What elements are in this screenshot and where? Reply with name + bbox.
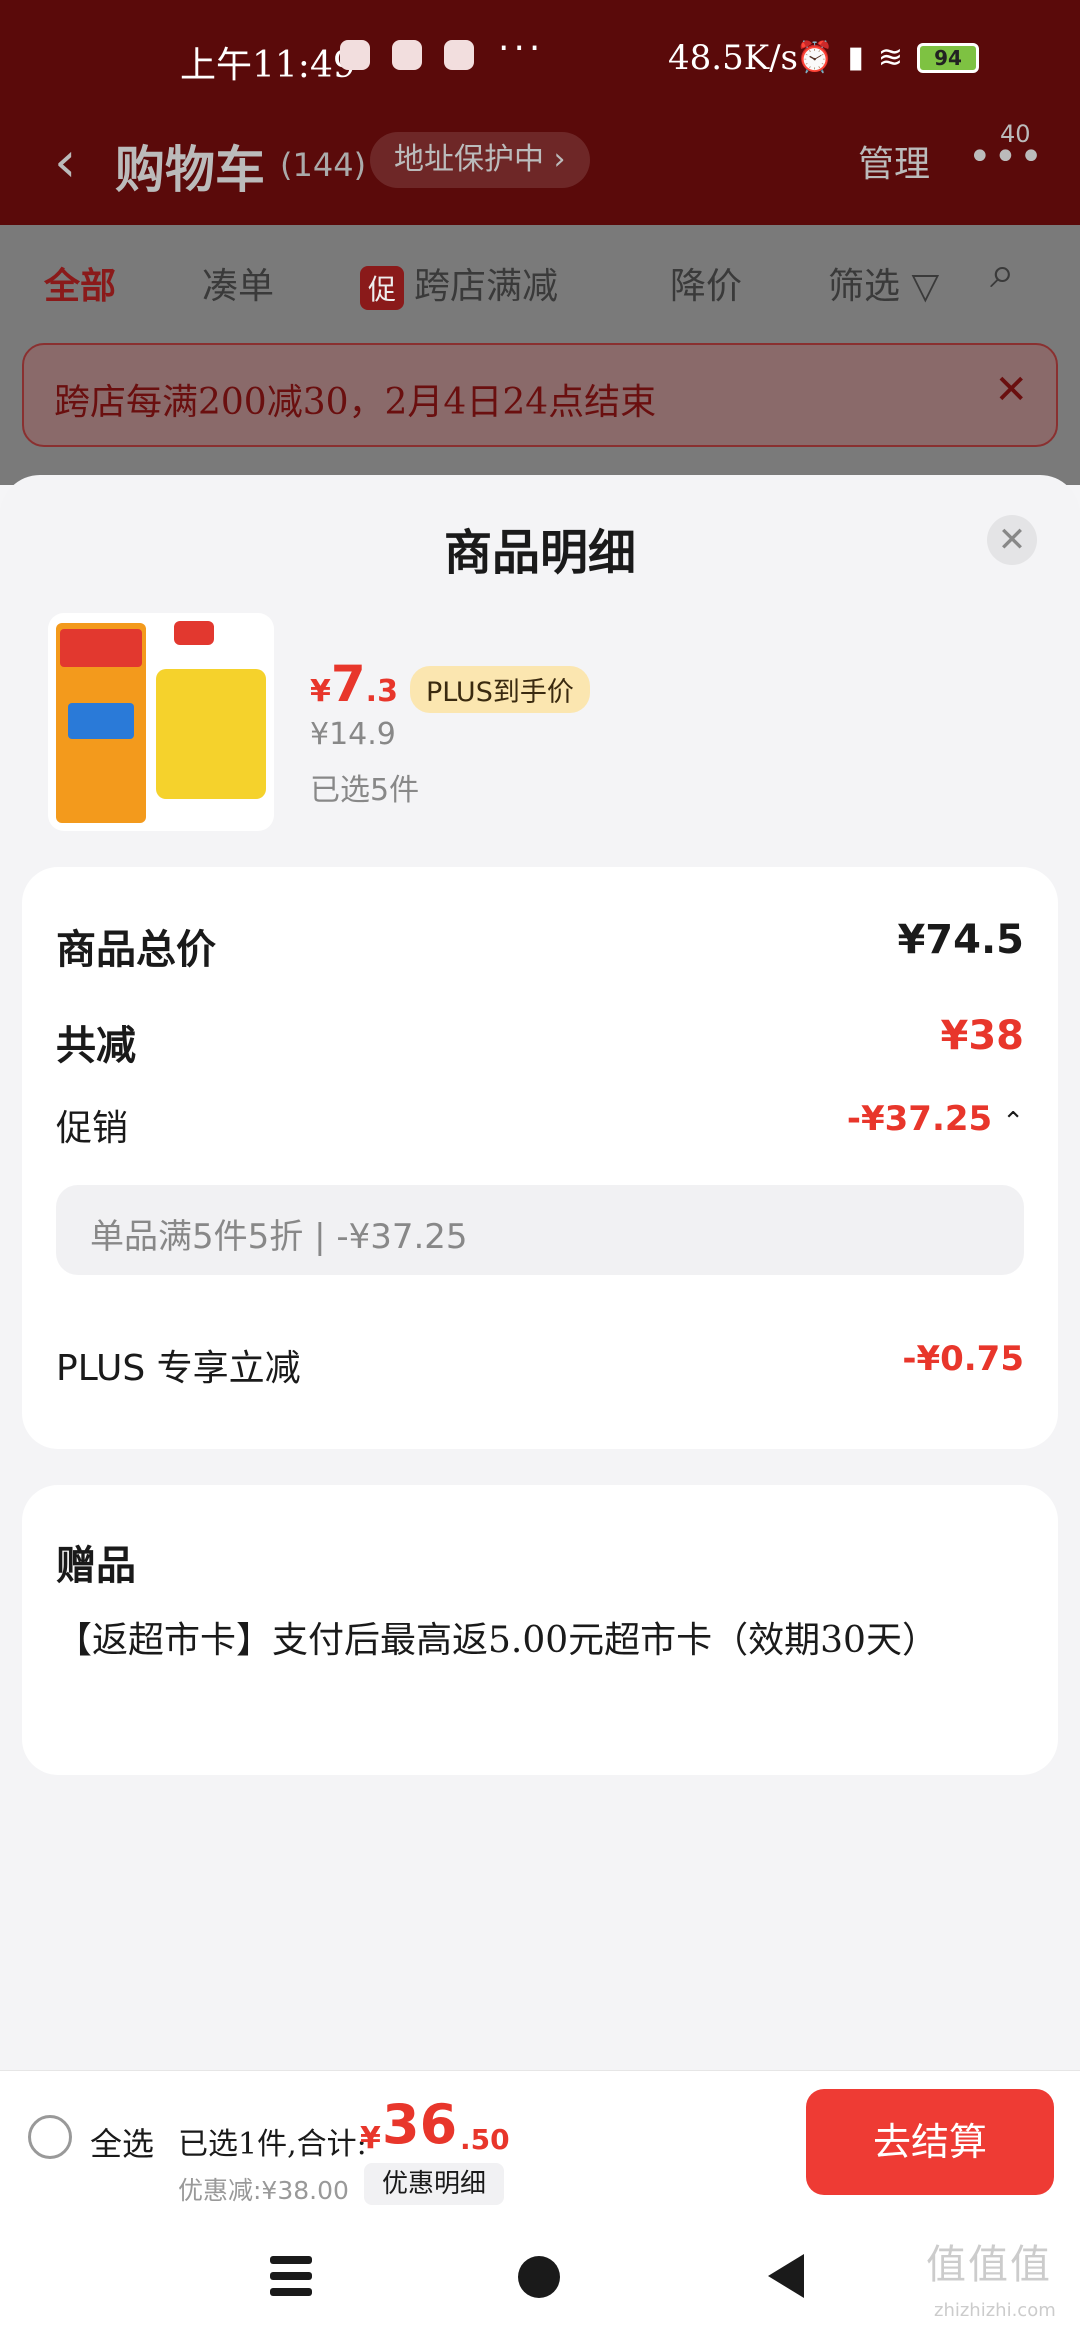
total-decimal: .50 bbox=[460, 2123, 510, 2156]
manage-button[interactable]: 管理 bbox=[858, 135, 930, 187]
total-symbol: ¥ bbox=[360, 2121, 381, 2156]
select-all-checkbox[interactable] bbox=[28, 2115, 72, 2159]
checkout-button[interactable]: 去结算 bbox=[806, 2089, 1054, 2195]
status-icons: ⏰ ▮ ≋ 94 bbox=[796, 40, 980, 75]
address-protection-button[interactable]: 地址保护中 › bbox=[370, 132, 590, 188]
total-reduce-label: 共减 bbox=[56, 1023, 136, 1069]
tab-cross-store[interactable]: 促跨店满减 bbox=[360, 257, 558, 310]
watermark-url: zhizhizhi.com bbox=[934, 2300, 1056, 2321]
close-icon[interactable]: ✕ bbox=[987, 515, 1037, 565]
discount-detail-button[interactable]: 优惠明细 bbox=[364, 2163, 505, 2205]
chips-bag-image bbox=[156, 669, 266, 799]
total-integer: 36 bbox=[382, 2093, 458, 2156]
selected-summary: 已选1件,合计: bbox=[178, 2127, 367, 2162]
price-summary-card: 商品总价 ¥74.5 共减 ¥38 促销 -¥37.25 ⌃ 单品满5件5折 | … bbox=[22, 867, 1058, 1449]
message-badge: 40 bbox=[1000, 120, 1031, 148]
total-price-value: ¥74.5 bbox=[897, 917, 1024, 963]
gift-title: 赠品 bbox=[56, 1543, 136, 1589]
wifi-icon: ≋ bbox=[877, 40, 904, 75]
close-icon[interactable]: ✕ bbox=[994, 367, 1028, 413]
total-reduce-value: ¥38 bbox=[940, 1013, 1025, 1059]
plus-price-tag: PLUS到手价 bbox=[409, 666, 590, 713]
tab-cross-store-label: 跨店满减 bbox=[414, 266, 559, 307]
menu-icon[interactable] bbox=[270, 2256, 312, 2296]
promotion-detail: 单品满5件5折 | -¥37.25 bbox=[56, 1185, 1024, 1275]
promo-graphic bbox=[56, 623, 146, 823]
product-detail-sheet: 商品明细 ✕ ¥ 7 .3 PLUS到手价 ¥14.9 已选5件 商品总价 ¥7… bbox=[0, 475, 1080, 2075]
promotion-value-group: -¥37.25 ⌃ bbox=[847, 1099, 1024, 1139]
chevron-up-icon[interactable]: ⌃ bbox=[1002, 1107, 1024, 1137]
promo-banner: 跨店每满200减30，2月4日24点结束 ✕ bbox=[22, 343, 1058, 447]
tab-price-drop[interactable]: 降价 bbox=[670, 257, 742, 309]
promo-tag: 促 bbox=[360, 266, 405, 310]
tab-all[interactable]: 全部 bbox=[44, 257, 116, 309]
discount-text: 优惠减:¥38.00 bbox=[178, 2176, 349, 2205]
battery-icon: 94 bbox=[917, 42, 980, 73]
promo-banner-text: 跨店每满200减30，2月4日24点结束 bbox=[54, 382, 657, 423]
plus-discount-value: -¥0.75 bbox=[902, 1339, 1024, 1379]
net-speed: 48.5K/s bbox=[668, 38, 799, 78]
home-icon[interactable] bbox=[518, 2256, 560, 2298]
tab-filter[interactable]: 筛选 ▽ bbox=[828, 257, 939, 309]
signal-icon: ▮ bbox=[847, 40, 864, 75]
status-time: 上午11:49 bbox=[180, 45, 356, 86]
watermark-logo: 值值值 bbox=[926, 2242, 1052, 2288]
brand-logo bbox=[174, 621, 214, 645]
promotion-value: -¥37.25 bbox=[846, 1099, 993, 1139]
back-icon[interactable] bbox=[768, 2254, 804, 2298]
status-bar: 上午11:49 ··· 48.5K/s ⏰ ▮ ≋ 94 bbox=[0, 0, 1080, 110]
gift-text: 【返超市卡】支付后最高返5.00元超市卡（效期30天） bbox=[56, 1620, 938, 1661]
original-price: ¥14.9 bbox=[310, 717, 396, 752]
product-image bbox=[48, 613, 274, 831]
dimmed-background[interactable]: 全部 凑单 促跨店满减 降价 筛选 ▽ ⌕ 跨店每满200减30，2月4日24点… bbox=[0, 225, 1080, 485]
selected-count: 已选5件 bbox=[310, 773, 420, 808]
app-icon bbox=[444, 40, 474, 70]
status-app-icons bbox=[340, 40, 474, 70]
cart-header: ‹ 购物车 (144) 地址保护中 › 管理 ••• 40 bbox=[0, 110, 1080, 225]
select-all-label[interactable]: 全选 bbox=[90, 2119, 154, 2165]
tab-bundle[interactable]: 凑单 bbox=[202, 257, 274, 309]
cart-count: (144) bbox=[280, 146, 367, 184]
page-title: 购物车 bbox=[115, 141, 265, 199]
system-nav-bar: 值值值 zhizhizhi.com bbox=[0, 2212, 1080, 2340]
gift-card: 赠品 【返超市卡】支付后最高返5.00元超市卡（效期30天） bbox=[22, 1485, 1058, 1775]
promotion-detail-text: 单品满5件5折 | -¥37.25 bbox=[90, 1217, 468, 1257]
search-icon[interactable]: ⌕ bbox=[990, 247, 1015, 298]
chevron-left-icon[interactable]: ‹ bbox=[54, 130, 76, 195]
app-icon bbox=[340, 40, 370, 70]
app-icon bbox=[392, 40, 422, 70]
status-more-icon: ··· bbox=[498, 28, 545, 69]
sheet-title: 商品明细 bbox=[443, 525, 636, 581]
plus-discount-label: PLUS 专享立减 bbox=[56, 1348, 301, 1389]
promotion-label: 促销 bbox=[56, 1108, 129, 1149]
plus-price: ¥ 7 .3 PLUS到手价 bbox=[310, 655, 590, 713]
price-decimal: .3 bbox=[365, 674, 398, 709]
total-price-label: 商品总价 bbox=[56, 927, 216, 973]
price-symbol: ¥ bbox=[310, 674, 331, 709]
checkout-bar: 全选 已选1件,合计: ¥ 36 .50 优惠减:¥38.00 优惠明细 去结算 bbox=[0, 2070, 1080, 2212]
alarm-icon: ⏰ bbox=[796, 40, 834, 75]
filter-tabs: 全部 凑单 促跨店满减 降价 筛选 ▽ ⌕ bbox=[0, 225, 1080, 335]
price-integer: 7 bbox=[330, 655, 366, 713]
